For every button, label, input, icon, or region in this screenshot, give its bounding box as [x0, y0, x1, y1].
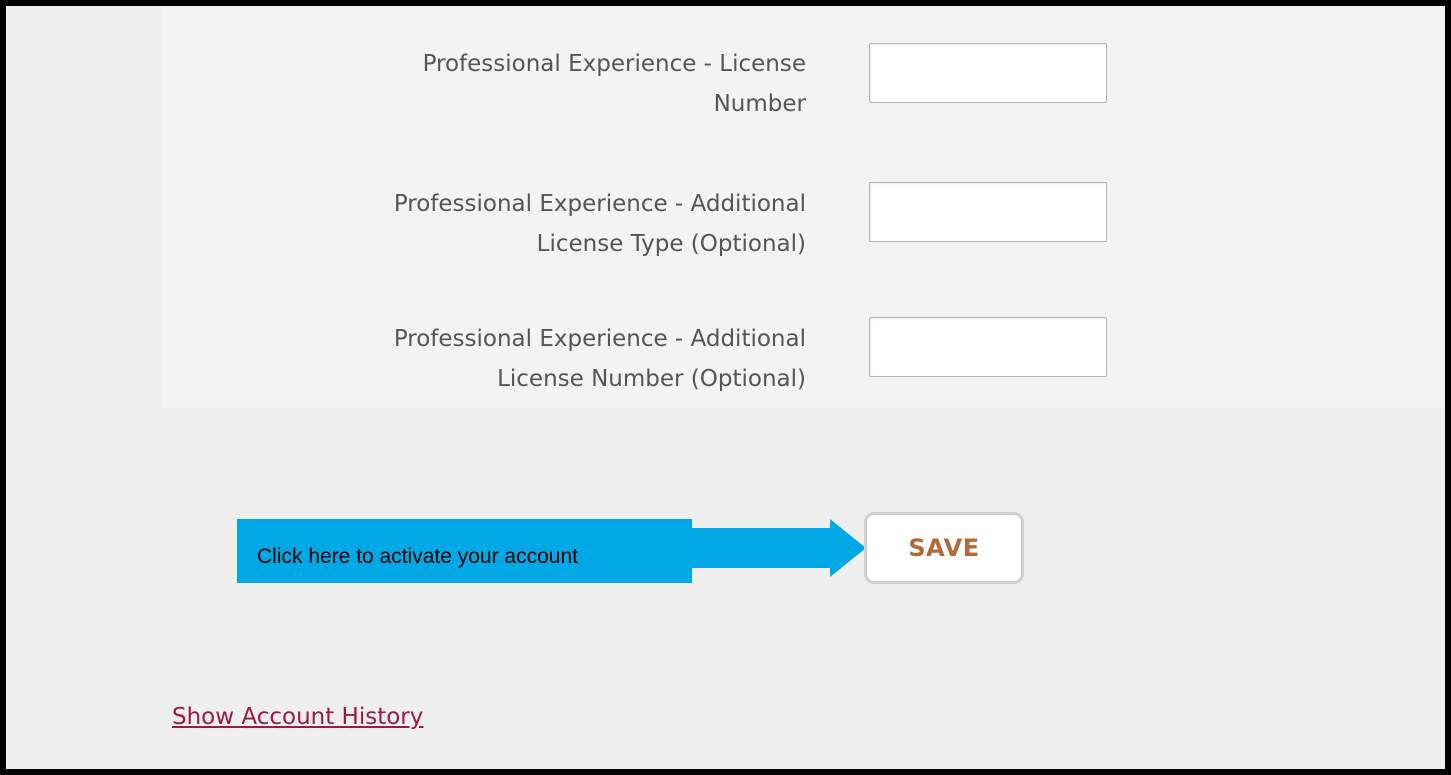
- callout-text: Click here to activate your account: [257, 545, 578, 568]
- additional-license-number-label: Professional Experience - Additional Lic…: [393, 326, 806, 392]
- additional-license-number-input[interactable]: [869, 317, 1107, 377]
- screenshot-frame: Professional Experience - License Number…: [0, 0, 1451, 775]
- show-account-history-link[interactable]: Show Account History: [172, 704, 423, 730]
- additional-license-type-label: Professional Experience - Additional Lic…: [393, 191, 806, 257]
- license-number-input[interactable]: [869, 43, 1107, 103]
- additional-license-type-input[interactable]: [869, 182, 1107, 242]
- license-number-label: Professional Experience - License Number: [422, 51, 806, 117]
- save-button[interactable]: SAVE: [864, 512, 1024, 584]
- arrow-right-icon: [690, 519, 866, 577]
